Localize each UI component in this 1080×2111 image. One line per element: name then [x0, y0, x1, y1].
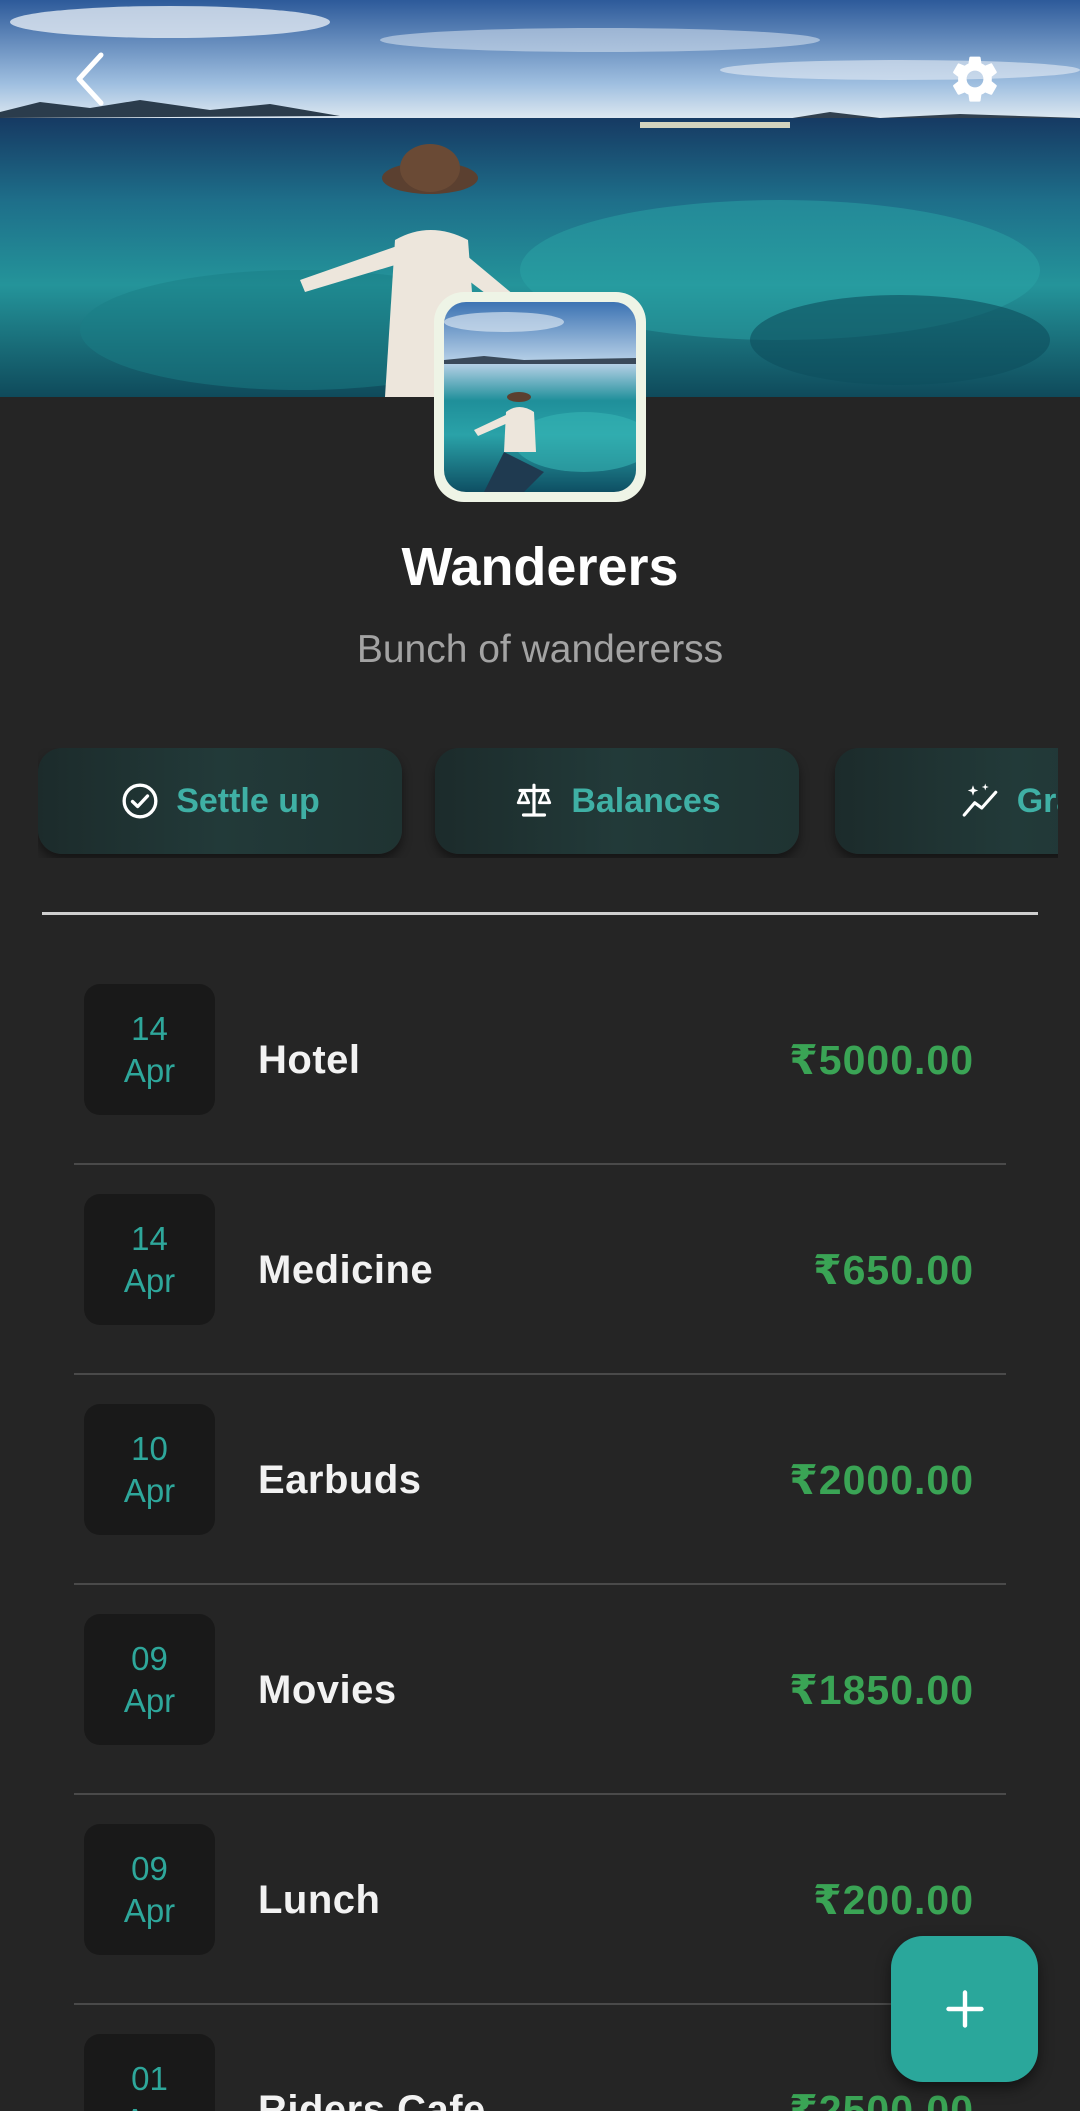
expense-row[interactable]: 09 Apr Lunch ₹200.00 [74, 1795, 1006, 2005]
expense-row[interactable]: 09 Apr Movies ₹1850.00 [74, 1585, 1006, 1795]
date-day: 14 [131, 1010, 168, 1048]
plus-icon [945, 1990, 984, 2028]
graph-label: Gra [1016, 781, 1058, 820]
sparkle-chart-icon [962, 783, 998, 817]
section-divider [42, 912, 1038, 915]
add-expense-button[interactable] [891, 1936, 1038, 2082]
avatar-scene [444, 312, 636, 492]
expense-name: Riders Cafe [258, 2087, 486, 2111]
date-month: Apr [123, 1261, 176, 1299]
date-badge: 10 Apr [84, 1404, 215, 1535]
expense-name: Medicine [258, 1247, 434, 1292]
group-description: Bunch of wandererss [356, 628, 724, 671]
settle-up-label: Settle up [176, 781, 320, 820]
date-month: Apr [123, 1891, 176, 1929]
scale-icon [517, 783, 552, 817]
expense-name: Hotel [258, 1037, 361, 1082]
group-name: Wanderers [401, 537, 679, 597]
expense-row[interactable]: 10 Apr Earbuds ₹2000.00 [74, 1375, 1006, 1585]
group-avatar-image [444, 302, 636, 492]
settle-up-button[interactable]: Settle up [38, 748, 402, 854]
check-circle-icon [122, 783, 158, 819]
date-month: Apr [123, 1051, 176, 1089]
expense-row[interactable]: 01 Apr Riders Cafe ₹2500.00 [74, 2005, 1006, 2111]
gear-icon [953, 56, 997, 102]
date-day: 10 [131, 1430, 168, 1468]
graph-button[interactable]: Gra [835, 748, 1058, 854]
expense-row[interactable]: 14 Apr Medicine ₹650.00 [74, 1165, 1006, 1375]
chevron-left-icon [76, 52, 104, 106]
expense-row[interactable]: 14 Apr Hotel ₹5000.00 [74, 955, 1006, 1165]
date-month: Apr [124, 2100, 175, 2111]
date-day: 14 [131, 1220, 168, 1258]
date-day: 09 [131, 1640, 168, 1678]
date-month: Apr [123, 1681, 176, 1719]
expense-amount: ₹5000.00 [789, 1037, 974, 1083]
back-button[interactable] [44, 34, 134, 124]
date-badge: 09 Apr [84, 1824, 215, 1955]
group-avatar[interactable] [434, 292, 646, 502]
expense-amount: ₹650.00 [813, 1247, 974, 1293]
expense-name: Lunch [258, 1877, 381, 1922]
date-day: 01 [131, 2060, 168, 2098]
balances-button[interactable]: Balances [435, 748, 799, 854]
settings-button[interactable] [930, 34, 1020, 124]
date-badge: 14 Apr [84, 984, 215, 1115]
expense-amount: ₹1850.00 [789, 1667, 974, 1713]
expense-name: Movies [258, 1667, 397, 1712]
balances-label: Balances [571, 781, 721, 820]
expense-name: Earbuds [258, 1457, 422, 1502]
date-badge: 14 Apr [84, 1194, 215, 1325]
date-month: Apr [123, 1471, 176, 1509]
expense-amount: ₹2000.00 [789, 1457, 974, 1503]
date-badge: 01 Apr [84, 2034, 215, 2111]
date-badge: 09 Apr [84, 1614, 215, 1745]
action-chips: Settle up Balances Gra [38, 748, 1058, 858]
date-day: 09 [131, 1850, 168, 1888]
